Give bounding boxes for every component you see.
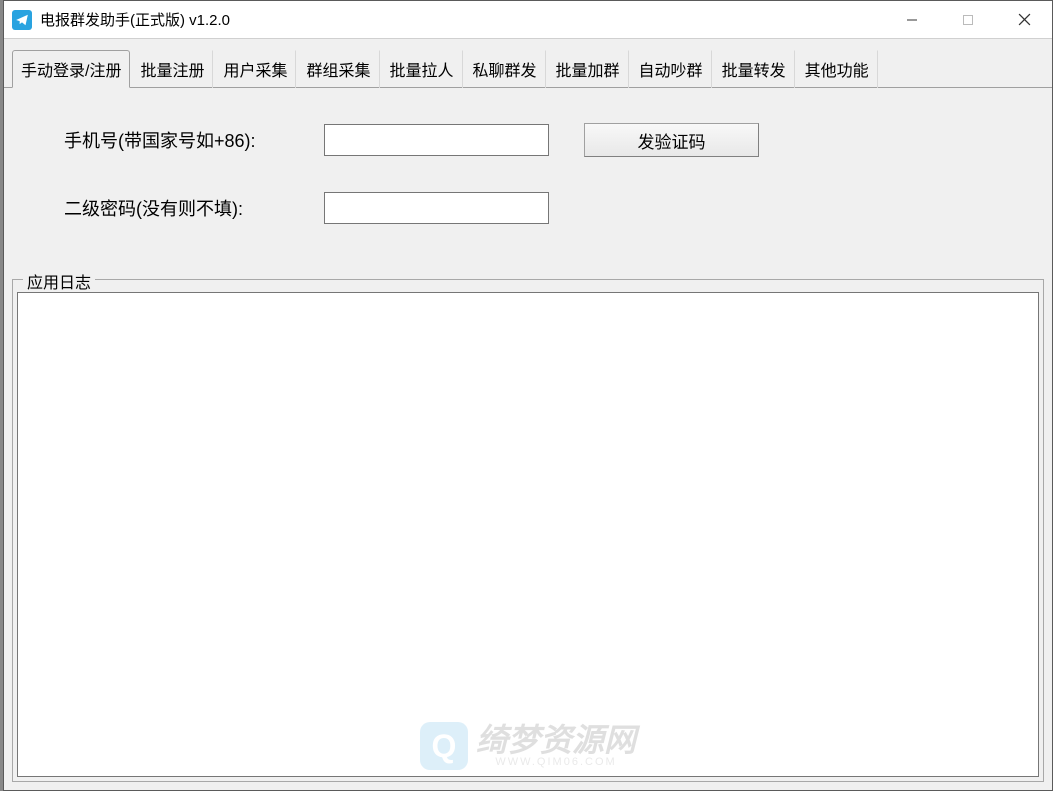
window-title: 电报群发助手(正式版) v1.2.0	[40, 9, 884, 30]
app-icon	[12, 10, 32, 30]
window-controls	[884, 1, 1052, 38]
tab-user-collect[interactable]: 用户采集	[214, 50, 296, 88]
tab-batch-join[interactable]: 批量加群	[547, 50, 629, 88]
watermark: Q 绮梦资源网 WWW.QIM06.COM	[420, 722, 636, 770]
phone-row: 手机号(带国家号如+86): 发验证码	[64, 123, 1022, 157]
tab-manual-login[interactable]: 手动登录/注册	[12, 50, 130, 88]
tab-group-collect[interactable]: 群组采集	[297, 50, 379, 88]
titlebar: 电报群发助手(正式版) v1.2.0	[4, 1, 1052, 39]
password-row: 二级密码(没有则不填):	[64, 192, 1022, 224]
log-fieldset: 应用日志 Q 绮梦资源网 WWW.QIM06.COM	[12, 279, 1044, 782]
watermark-main-text: 绮梦资源网	[476, 724, 636, 756]
password-input[interactable]	[324, 192, 549, 224]
tab-batch-register[interactable]: 批量注册	[131, 50, 213, 88]
tab-strip: 手动登录/注册 批量注册 用户采集 群组采集 批量拉人 私聊群发 批量加群 自动…	[4, 39, 1052, 88]
phone-label: 手机号(带国家号如+86):	[64, 127, 324, 153]
tab-private-mass[interactable]: 私聊群发	[464, 50, 546, 88]
close-button[interactable]	[996, 1, 1052, 38]
tab-auto-chat[interactable]: 自动吵群	[630, 50, 712, 88]
watermark-sub-text: WWW.QIM06.COM	[476, 756, 636, 768]
tab-batch-invite[interactable]: 批量拉人	[381, 50, 463, 88]
send-code-button[interactable]: 发验证码	[584, 123, 759, 157]
log-section: 应用日志 Q 绮梦资源网 WWW.QIM06.COM	[12, 279, 1044, 782]
watermark-logo-icon: Q	[420, 722, 468, 770]
app-window: 电报群发助手(正式版) v1.2.0 手动登录/注册 批量注册 用户采集 群组采…	[3, 0, 1053, 791]
maximize-button[interactable]	[940, 1, 996, 38]
phone-input[interactable]	[324, 124, 549, 156]
tab-content: 手机号(带国家号如+86): 发验证码 二级密码(没有则不填):	[4, 88, 1052, 279]
log-title: 应用日志	[23, 269, 95, 293]
tab-other[interactable]: 其他功能	[796, 50, 878, 88]
tab-batch-forward[interactable]: 批量转发	[713, 50, 795, 88]
minimize-button[interactable]	[884, 1, 940, 38]
log-textarea[interactable]: Q 绮梦资源网 WWW.QIM06.COM	[17, 292, 1039, 777]
password-label: 二级密码(没有则不填):	[64, 195, 324, 221]
